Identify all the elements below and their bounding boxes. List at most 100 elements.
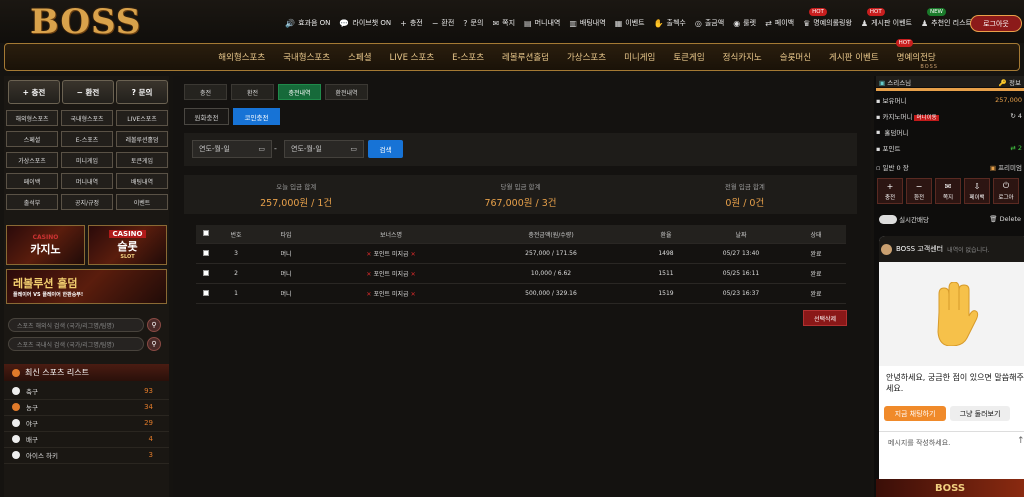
menu-item[interactable]: 출석부 xyxy=(6,194,58,210)
search-icon[interactable]: ⚲ xyxy=(147,318,161,332)
right-button-1[interactable]: − 환전 xyxy=(906,178,932,204)
nav-item-10[interactable]: 슬롯머신 xyxy=(771,51,820,63)
tab-withdraw[interactable]: 환전 xyxy=(231,84,274,100)
nav-item-12[interactable]: 명예의전당 HOT xyxy=(888,39,945,63)
sport-label: 야구 xyxy=(26,420,38,428)
menu-item[interactable]: LIVE스포츠 xyxy=(116,110,168,126)
top-link-5[interactable]: ✉ 쪽지 xyxy=(492,18,515,28)
search-icon[interactable]: ⚲ xyxy=(147,337,161,351)
nav-item-11[interactable]: 게시판 이벤트 xyxy=(820,51,888,63)
menu-item[interactable]: 레볼루션홀덤 xyxy=(116,131,168,147)
menu-item[interactable]: 머니내역 xyxy=(61,173,113,189)
top-link-12[interactable]: ⇄ 페이백 xyxy=(765,18,794,28)
top-link-label: 출첵수 xyxy=(666,19,686,27)
send-icon[interactable]: ↑ xyxy=(1017,436,1024,446)
menu-item[interactable]: 이벤트 xyxy=(116,194,168,210)
nav-item-0[interactable]: 해외형스포츠 xyxy=(209,51,274,63)
date-separator: - xyxy=(274,144,277,153)
casino-banner[interactable]: CASINO 카지노 xyxy=(6,225,85,265)
sport-row[interactable]: 아이스 하키 3 xyxy=(4,447,169,464)
deposit-summary: 오늘 입금 합계 257,000원 / 1건 당월 입금 합계 767,000원 /… xyxy=(184,175,857,214)
right-button-3[interactable]: ⇩ 페이백 xyxy=(964,178,990,204)
top-link-label: 게시판 이벤트 xyxy=(871,19,912,27)
top-link-13[interactable]: ♛ 명예의롤링왕 HOT xyxy=(803,8,852,28)
top-link-0[interactable]: 🔊 효과음 ON xyxy=(285,18,330,28)
right-button-2[interactable]: ✉ 쪽지 xyxy=(935,178,961,204)
sport-row[interactable]: 축구 93 xyxy=(4,383,169,400)
top-link-1[interactable]: 💬 라이브챗 ON xyxy=(339,18,391,28)
nav-item-3[interactable]: LIVE 스포츠 xyxy=(381,51,444,63)
top-link-15[interactable]: ♟ 추천인 리스트 NEW xyxy=(921,8,972,28)
top-link-4[interactable]: ? 문의 xyxy=(463,18,483,28)
top-link-6[interactable]: ▤ 머니내역 xyxy=(524,18,560,28)
refresh-icon[interactable]: ↻ xyxy=(1010,112,1015,120)
chat-now-button[interactable]: 지금 채팅하기 xyxy=(884,406,946,421)
nav-item-1[interactable]: 국내형스포츠 xyxy=(274,51,339,63)
right-button-4[interactable]: ⏻ 로그아 xyxy=(993,178,1019,204)
swap-icon[interactable]: ⇄ xyxy=(1010,144,1015,152)
top-link-7[interactable]: ▥ 배팅내역 xyxy=(569,18,605,28)
subtab-won-deposit[interactable]: 원화충전 xyxy=(184,108,229,125)
inquiry-button[interactable]: ? 문의 xyxy=(116,80,168,104)
deposit-button[interactable]: + 충전 xyxy=(8,80,60,104)
overseas-search-input[interactable]: 스포츠 해외식 검색 (국가/리그명/팀명) xyxy=(8,318,144,332)
trash-icon[interactable]: 🗑 xyxy=(989,215,997,223)
select-all-checkbox[interactable] xyxy=(203,230,209,236)
top-link-10[interactable]: ◎ 출금액 xyxy=(695,18,724,28)
row-checkbox[interactable] xyxy=(203,269,209,276)
sport-row[interactable]: 야구 29 xyxy=(4,415,169,432)
date-from-input[interactable]: 연도-월-일 ▭ xyxy=(192,140,272,158)
menu-item[interactable]: E-스포츠 xyxy=(61,131,113,147)
nav-item-5[interactable]: 레볼루션홀덤 xyxy=(493,51,558,63)
right-button-0[interactable]: + 충전 xyxy=(877,178,903,204)
chat-input[interactable]: 메시지를 작성하세요. xyxy=(879,431,1024,453)
menu-item[interactable]: 페이백 xyxy=(6,173,58,189)
bottom-banner[interactable]: BOSS xyxy=(876,479,1024,497)
top-link-9[interactable]: ✋ 출첵수 xyxy=(654,18,686,28)
nav-item-7[interactable]: 미니게임 xyxy=(615,51,664,63)
table-row[interactable]: 3 머니 ✕ 포인트 미지급 ✕ 257,000 / 171.56 1498 05/27 … xyxy=(196,244,846,264)
search-button[interactable]: 검색 xyxy=(368,140,403,158)
info-link[interactable]: 🔑 정보 xyxy=(999,77,1021,87)
delete-selected-button[interactable]: 선택삭제 xyxy=(803,310,847,326)
nav-item-6[interactable]: 가상스포츠 xyxy=(558,51,615,63)
nav-item-8[interactable]: 토큰게임 xyxy=(664,51,713,63)
domestic-search-input[interactable]: 스포츠 국내식 검색 (국가/리그명/팀명) xyxy=(8,337,144,351)
row-checkbox[interactable] xyxy=(203,289,209,296)
site-logo[interactable]: BOSS xyxy=(30,2,141,42)
top-link-11[interactable]: ◉ 룰렛 xyxy=(733,18,756,28)
money-move-badge[interactable]: 머니이동 xyxy=(914,115,939,121)
menu-item[interactable]: 미니게임 xyxy=(61,152,113,168)
menu-item[interactable]: 국내형스포츠 xyxy=(61,110,113,126)
browse-button[interactable]: 그냥 둘러보기 xyxy=(950,406,1010,421)
tab-deposit-history[interactable]: 충전내역 xyxy=(278,84,321,100)
menu-item[interactable]: 공지/규정 xyxy=(61,194,113,210)
top-link-2[interactable]: + 충전 xyxy=(400,18,423,28)
menu-item[interactable]: 토큰게임 xyxy=(116,152,168,168)
toggle-switch[interactable] xyxy=(879,215,897,225)
date-to-input[interactable]: 연도-월-일 ▭ xyxy=(284,140,364,158)
tab-deposit[interactable]: 충전 xyxy=(184,84,227,100)
tab-withdraw-history[interactable]: 환전내역 xyxy=(325,84,368,100)
table-row[interactable]: 1 머니 ✕ 포인트 미지급 ✕ 500,000 / 329.16 1519 05/23 … xyxy=(196,284,846,304)
nav-item-2[interactable]: 스페셜 xyxy=(339,51,380,63)
menu-item[interactable]: 해외형스포츠 xyxy=(6,110,58,126)
nav-item-4[interactable]: E-스포츠 xyxy=(443,51,493,63)
menu-item[interactable]: 스페셜 xyxy=(6,131,58,147)
mail-icon: ✉ xyxy=(492,18,500,28)
nav-item-9[interactable]: 정식카지노 xyxy=(714,51,771,63)
top-link-8[interactable]: ▦ 이벤트 xyxy=(615,18,645,28)
sport-row[interactable]: 배구 4 xyxy=(4,431,169,448)
row-checkbox[interactable] xyxy=(203,249,209,256)
sport-row[interactable]: 농구 34 xyxy=(4,399,169,416)
top-link-14[interactable]: ♟ 게시판 이벤트 HOT xyxy=(861,8,912,28)
logout-button[interactable]: 로그아웃 xyxy=(970,15,1022,32)
slot-banner[interactable]: CASINO 슬롯 SLOT xyxy=(88,225,167,265)
menu-item[interactable]: 배팅내역 xyxy=(116,173,168,189)
table-row[interactable]: 2 머니 ✕ 포인트 미지급 ✕ 10,000 / 6.62 1511 05/25 16:… xyxy=(196,264,846,284)
top-link-3[interactable]: − 환전 xyxy=(432,18,455,28)
subtab-coin-deposit[interactable]: 코인충전 xyxy=(233,108,280,125)
withdraw-button[interactable]: − 환전 xyxy=(62,80,114,104)
menu-item[interactable]: 가상스포츠 xyxy=(6,152,58,168)
revolution-banner[interactable]: 레볼루션 홀덤 플레이어 VS 플레이어 한판승부! xyxy=(6,269,167,304)
